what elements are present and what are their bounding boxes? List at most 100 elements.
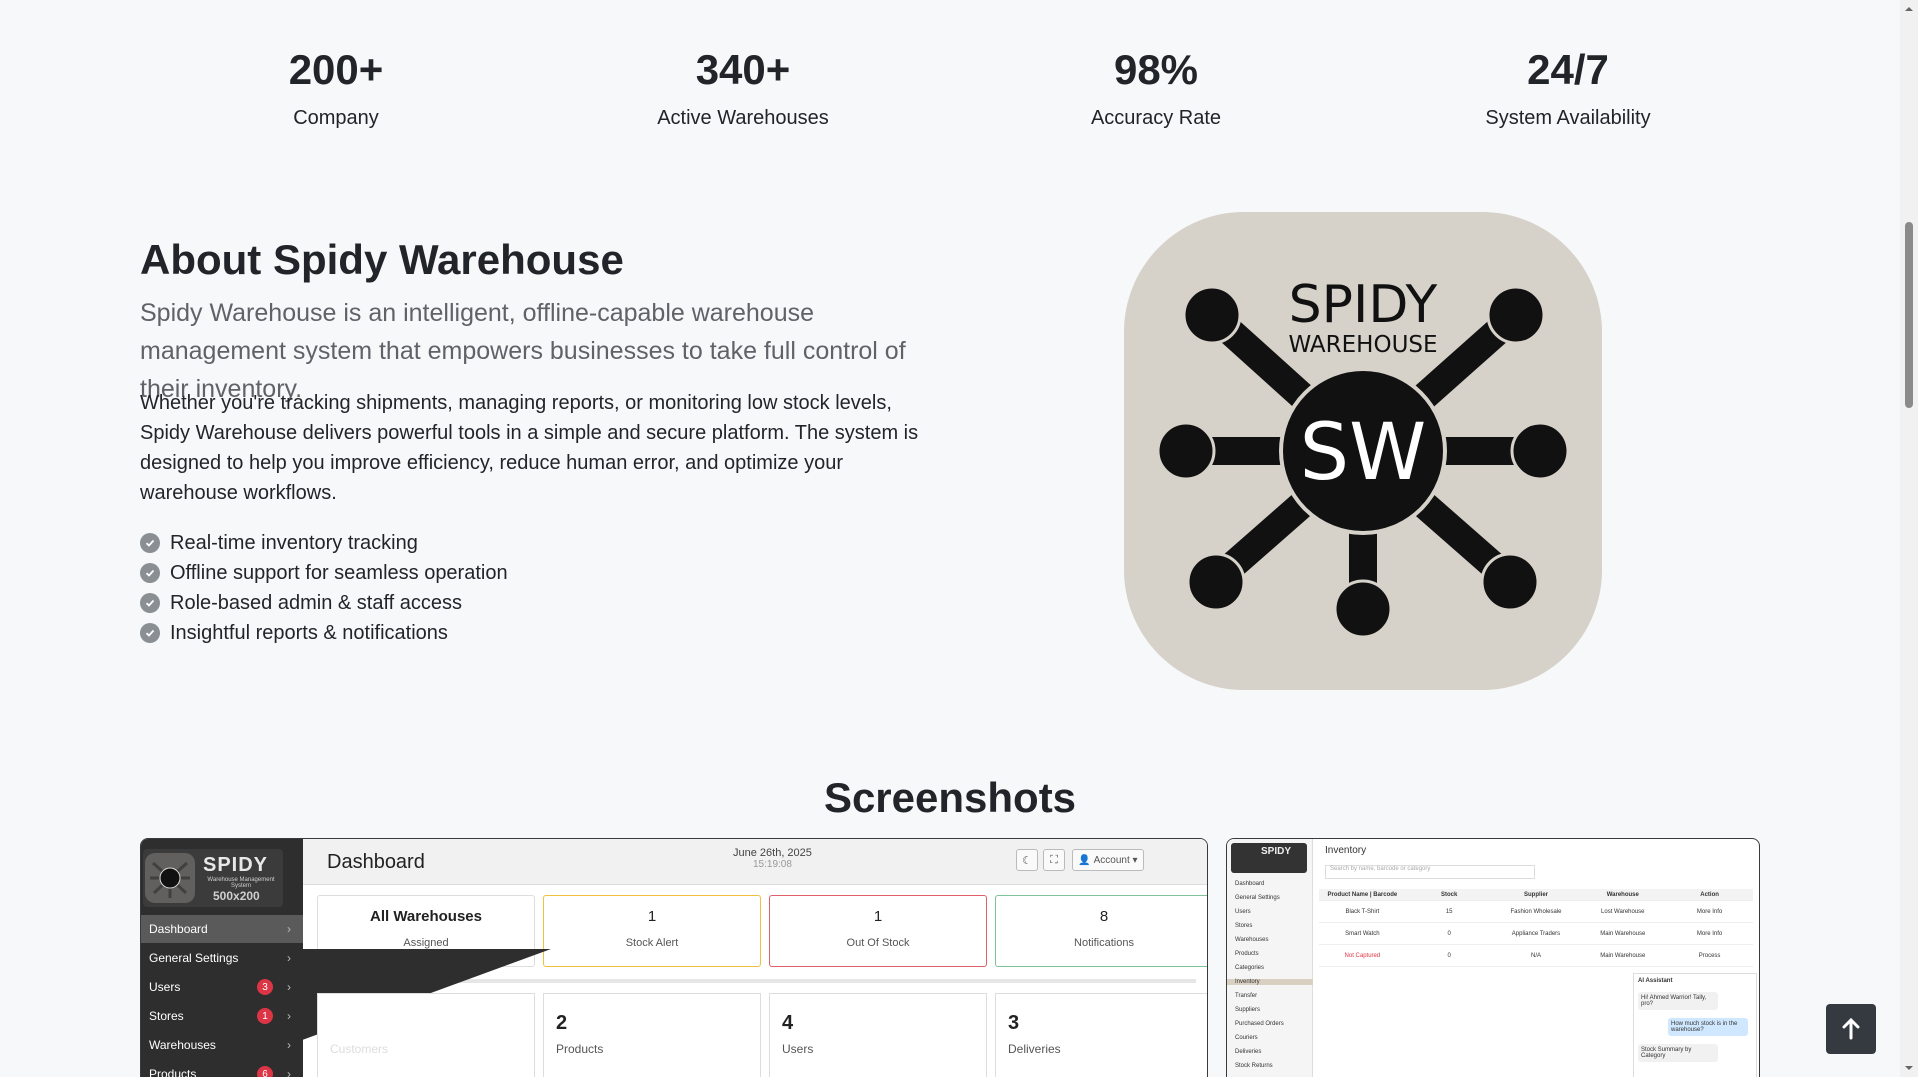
stat-warehouses: 340+ Active Warehouses <box>537 44 949 134</box>
stat-value: 98% <box>1113 46 1199 93</box>
sidebar-item-users[interactable]: Users 3 › <box>141 973 303 1001</box>
stat-availability: 24/7 System Availability <box>1362 44 1774 134</box>
logo-line2: WAREHOUSE <box>1288 332 1437 358</box>
sidebar-item[interactable]: Users <box>1235 909 1307 915</box>
stat-label: Company <box>293 107 379 129</box>
stat-label: Accuracy Rate <box>1090 107 1222 129</box>
moon-icon: ☾ <box>1016 849 1038 871</box>
sidebar-item[interactable]: Dashboard <box>1235 881 1307 887</box>
check-circle-icon <box>140 593 160 613</box>
chat-message: How much stock is in the warehouse? <box>1668 1018 1748 1036</box>
dash-time: 15:19:08 <box>752 859 792 870</box>
sidebar-item[interactable]: Purchased Orders <box>1235 1021 1307 1027</box>
sidebar-item[interactable]: General Settings <box>1235 895 1307 901</box>
stats-section: 200+ Company 340+ Active Warehouses 98% … <box>0 0 1900 150</box>
card-out-of-stock: 1 Out Of Stock <box>769 895 987 967</box>
count-badge: 3 <box>257 979 273 995</box>
card-notifications: 8 Notifications <box>995 895 1207 967</box>
chevron-right-icon: › <box>287 1067 291 1077</box>
stat-value: 200+ <box>288 46 384 93</box>
chevron-right-icon: › <box>287 951 291 965</box>
sidebar-item-inventory[interactable]: Inventory <box>1227 979 1313 985</box>
table-row: Smart Watch 0 Appliance Traders Main Wareho… <box>1319 923 1753 945</box>
sidebar-logo: SPIDY <box>1231 843 1307 873</box>
dash-title: Dashboard <box>327 851 425 873</box>
sidebar-logo: SPIDY Warehouse Management System 500x20… <box>143 849 283 907</box>
fullscreen-icon: ⛶ <box>1043 849 1065 871</box>
spidy-warehouse-logo: SW SPIDY WAREHOUSE <box>1124 212 1602 690</box>
feature-item: Real-time inventory tracking <box>140 528 508 558</box>
sidebar-item-general-settings[interactable]: General Settings › <box>141 944 303 972</box>
count-badge: 6 <box>257 1066 273 1077</box>
stat-label: Active Warehouses <box>657 107 829 129</box>
table-row: Black T-Shirt 15 Fashion Wholesale Lost War… <box>1319 901 1753 923</box>
sidebar-item-warehouses[interactable]: Warehouses › <box>141 1031 303 1059</box>
check-circle-icon <box>140 563 160 583</box>
card-stock-alert: 1 Stock Alert <box>543 895 761 967</box>
scroll-up-icon <box>1905 7 1913 11</box>
sidebar-item[interactable]: Products <box>1235 951 1307 957</box>
feature-item: Insightful reports & notifications <box>140 618 508 648</box>
sidebar-item[interactable]: Stock Returns <box>1235 1063 1307 1069</box>
stat-accuracy: 98% Accuracy Rate <box>950 44 1362 134</box>
sidebar-item[interactable]: Transfer <box>1235 993 1307 999</box>
scrollbar-thumb[interactable] <box>1905 222 1913 408</box>
feature-text: Real-time inventory tracking <box>170 531 418 554</box>
feature-item: Role-based admin & staff access <box>140 588 508 618</box>
chat-message: Hi! Ahmed Warrior! Tally, pro? <box>1638 992 1718 1010</box>
dash-header: Dashboard June 26th, 2025 15:19:08 ☾ ⛶ 👤… <box>303 839 1207 885</box>
ai-assistant-panel: AI Assistant Hi! Ahmed Warrior! Tally, p… <box>1633 973 1757 1077</box>
stat-company: 200+ Company <box>130 44 542 134</box>
sidebar-logo-sub: Warehouse Management System <box>207 877 275 889</box>
screenshot-dashboard[interactable]: Dashboard June 26th, 2025 15:19:08 ☾ ⛶ 👤… <box>140 838 1208 1077</box>
account-dropdown: 👤 Account ▾ <box>1072 849 1144 871</box>
about-title: About Spidy Warehouse <box>140 236 624 283</box>
card-deliveries: 3 Deliveries <box>995 993 1207 1077</box>
chevron-right-icon: › <box>287 1038 291 1052</box>
page-scrollbar[interactable] <box>1900 0 1918 1077</box>
sidebar-logo-text: SPIDY <box>203 854 269 876</box>
logo-initials: SW <box>1300 408 1427 498</box>
inventory-search-input[interactable]: Search by name, barcode or category <box>1325 865 1535 879</box>
sidebar-logo-size: 500x200 <box>213 889 260 903</box>
sidebar-item-dashboard[interactable]: Dashboard › <box>141 915 303 943</box>
feature-list: Real-time inventory tracking Offline sup… <box>140 528 508 648</box>
logo-line1: SPIDY <box>1289 275 1438 335</box>
scroll-down-icon <box>1905 1066 1913 1070</box>
check-circle-icon <box>140 533 160 553</box>
sidebar-item-products[interactable]: Products 6 › <box>141 1060 303 1077</box>
stat-value: 24/7 <box>1527 46 1609 93</box>
screenshot-inventory[interactable]: SPIDY Dashboard General Settings Users S… <box>1226 838 1760 1077</box>
stat-label: System Availability <box>1485 107 1651 129</box>
feature-text: Role-based admin & staff access <box>170 591 463 614</box>
spider-logo-icon: SW SPIDY WAREHOUSE <box>1124 212 1602 690</box>
sidebar-item[interactable]: Warehouses <box>1235 937 1307 943</box>
inventory-sidebar: SPIDY Dashboard General Settings Users S… <box>1227 839 1313 1077</box>
sidebar-item[interactable]: Categories <box>1235 965 1307 971</box>
spider-logo-icon <box>145 853 195 903</box>
dash-sidebar: SPIDY Warehouse Management System 500x20… <box>141 839 303 1077</box>
sidebar-item[interactable]: Stores <box>1235 923 1307 929</box>
feature-item: Offline support for seamless operation <box>140 558 508 588</box>
feature-text: Insightful reports & notifications <box>170 621 448 644</box>
inventory-table: Product Name | Barcode Stock Supplier Wareh… <box>1319 889 1753 967</box>
count-badge: 1 <box>257 1008 273 1024</box>
card-users: 4 Users <box>769 993 987 1077</box>
stat-value: 340+ <box>695 46 791 93</box>
sidebar-item[interactable]: Couriers <box>1235 1035 1307 1041</box>
chevron-right-icon: › <box>287 980 291 994</box>
sidebar-item-stores[interactable]: Stores 1 › <box>141 1002 303 1030</box>
card-products: 2 Products <box>543 993 761 1077</box>
card-customers: 3 Customers <box>317 993 535 1077</box>
sidebar-item[interactable]: Deliveries <box>1235 1049 1307 1055</box>
chat-message: Stock Summary by Category <box>1638 1044 1718 1062</box>
inventory-title: Inventory <box>1325 845 1367 856</box>
about-body: Whether you're tracking shipments, manag… <box>140 392 919 504</box>
feature-text: Offline support for seamless operation <box>170 561 508 584</box>
check-circle-icon <box>140 623 160 643</box>
sidebar-item[interactable]: Suppliers <box>1235 1007 1307 1013</box>
back-to-top-button[interactable] <box>1826 1004 1876 1054</box>
dash-date: June 26th, 2025 15:19:08 <box>733 847 812 870</box>
screenshots-title: Screenshots <box>823 774 1077 821</box>
chevron-right-icon: › <box>287 1009 291 1023</box>
